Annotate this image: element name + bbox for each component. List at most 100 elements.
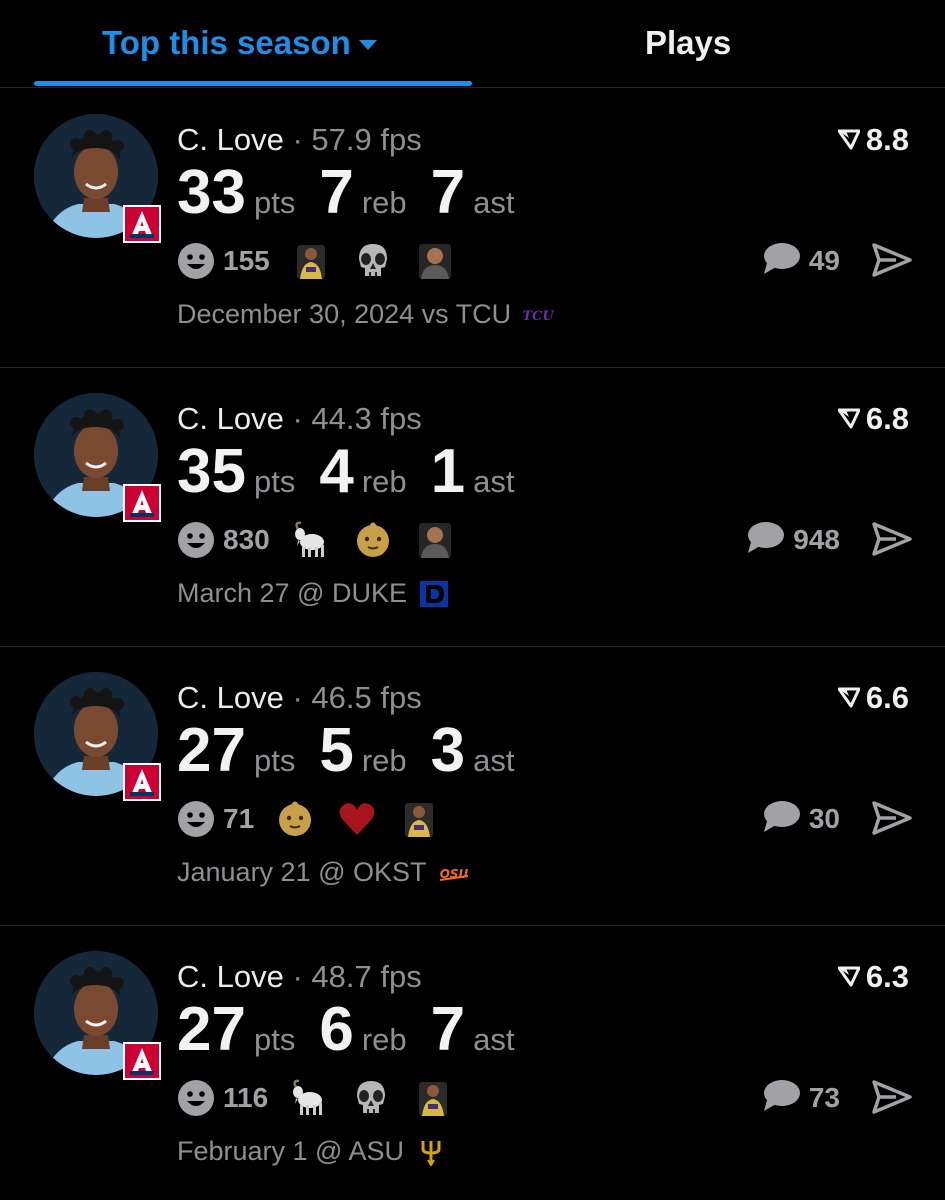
assists-label: ast <box>473 743 515 778</box>
svg-text:TCU: TCU <box>522 309 554 324</box>
goat-emoji-icon[interactable] <box>288 1078 330 1118</box>
tab-plays[interactable]: Plays <box>645 24 731 62</box>
game-date: March 27 @ DUKE <box>177 578 407 608</box>
stat-line: 27 pts 5 reb 3 ast <box>177 715 538 786</box>
rating: 6.8 <box>837 401 909 437</box>
reaction-count[interactable]: 830 <box>223 524 270 556</box>
filter-funnel-icon <box>837 680 861 716</box>
rebounds-value: 6 <box>319 995 354 1064</box>
comments-button[interactable]: 948 <box>745 520 840 559</box>
rebounds-label: reb <box>361 464 407 499</box>
rebounds-label: reb <box>361 1022 407 1057</box>
comment-count: 73 <box>808 1081 840 1113</box>
assists-label: ast <box>473 1022 515 1057</box>
assists-value: 7 <box>430 158 466 227</box>
points-value: 27 <box>177 995 246 1064</box>
stat-line: 35 pts 4 reb 1 ast <box>177 436 538 507</box>
filter-funnel-icon <box>837 122 861 158</box>
smiley-icon[interactable] <box>177 521 215 559</box>
player-photo-emoji-icon[interactable] <box>412 1078 454 1118</box>
paper-plane-icon[interactable] <box>872 1079 912 1115</box>
paper-plane-icon[interactable] <box>872 242 912 278</box>
comment-count: 49 <box>808 244 840 276</box>
comment-bubble-icon <box>761 799 801 838</box>
reaction-count[interactable]: 155 <box>223 245 270 277</box>
baby-emoji-icon[interactable] <box>352 520 394 560</box>
game-date-line: March 27 @ DUKE <box>177 578 451 609</box>
player-photo-emoji-icon[interactable] <box>290 241 332 281</box>
arizona-logo-icon <box>122 762 162 802</box>
game-date-line: January 21 @ OKST OSU <box>177 857 471 888</box>
game-date-line: February 1 @ ASU <box>177 1136 448 1167</box>
rating: 8.8 <box>837 122 909 158</box>
person-photo-emoji-icon[interactable] <box>414 520 456 560</box>
asu-pitchfork-logo-icon <box>414 1138 448 1167</box>
tab-bar: Top this season Plays <box>0 0 945 88</box>
player-name-line: C. Love · 44.3 fps <box>177 401 422 437</box>
comment-bubble-icon <box>745 520 785 559</box>
duke-logo-icon <box>417 580 451 608</box>
smiley-icon[interactable] <box>177 1079 215 1117</box>
rating-value: 6.3 <box>865 959 909 994</box>
skull-emoji-icon[interactable] <box>350 1078 392 1118</box>
tcu-logo-icon: TCU <box>521 301 555 329</box>
player-name-line: C. Love · 46.5 fps <box>177 680 422 716</box>
player-name-line: C. Love · 48.7 fps <box>177 959 422 995</box>
rebounds-value: 5 <box>319 716 354 785</box>
points-label: pts <box>253 743 296 778</box>
points-label: pts <box>253 185 296 220</box>
assists-value: 1 <box>430 437 466 506</box>
game-date: February 1 @ ASU <box>177 1136 404 1166</box>
comments-button[interactable]: 49 <box>761 241 840 280</box>
game-card[interactable]: C. Love · 57.9 fps 8.8 33 pts 7 reb 7 ast 1… <box>0 89 945 368</box>
comment-count: 30 <box>808 802 840 834</box>
game-card[interactable]: C. Love · 48.7 fps 6.3 27 pts 6 reb 7 ast 1… <box>0 926 945 1200</box>
paper-plane-icon[interactable] <box>872 521 912 557</box>
rating-value: 6.6 <box>865 680 909 715</box>
rating-value: 6.8 <box>865 401 909 436</box>
smiley-icon[interactable] <box>177 800 215 838</box>
player-name-line: C. Love · 57.9 fps <box>177 122 422 158</box>
game-card[interactable]: C. Love · 44.3 fps 6.8 35 pts 4 reb 1 ast 8… <box>0 368 945 647</box>
game-card[interactable]: C. Love · 46.5 fps 6.6 27 pts 5 reb 3 ast 7… <box>0 647 945 926</box>
filter-funnel-icon <box>837 401 861 437</box>
player-photo-emoji-icon[interactable] <box>398 799 440 839</box>
comments-button[interactable]: 73 <box>761 1078 840 1117</box>
points-value: 27 <box>177 716 246 785</box>
reactions: 155 <box>177 241 476 281</box>
heart-emoji-icon[interactable] <box>336 799 378 839</box>
rebounds-label: reb <box>361 185 407 220</box>
player-name[interactable]: C. Love <box>177 401 284 436</box>
player-name[interactable]: C. Love <box>177 122 284 157</box>
assists-value: 3 <box>430 716 466 785</box>
comments-button[interactable]: 30 <box>761 799 840 838</box>
game-date-line: December 30, 2024 vs TCU TCU <box>177 299 555 330</box>
baby-emoji-icon[interactable] <box>274 799 316 839</box>
reactions: 116 <box>177 1078 474 1118</box>
comment-bubble-icon <box>761 241 801 280</box>
rating-value: 8.8 <box>865 122 909 157</box>
paper-plane-icon[interactable] <box>872 800 912 836</box>
assists-label: ast <box>473 185 515 220</box>
chevron-down-icon <box>358 40 377 50</box>
points-value: 33 <box>177 158 246 227</box>
game-date: January 21 @ OKST <box>177 857 427 887</box>
reaction-count[interactable]: 116 <box>223 1082 268 1114</box>
arizona-logo-icon <box>122 483 162 523</box>
reactions: 71 <box>177 799 460 839</box>
goat-emoji-icon[interactable] <box>290 520 332 560</box>
smiley-icon[interactable] <box>177 242 215 280</box>
arizona-logo-icon <box>122 204 162 244</box>
skull-emoji-icon[interactable] <box>352 241 394 281</box>
tab-top-this-season[interactable]: Top this season <box>102 24 377 62</box>
game-date: December 30, 2024 vs TCU <box>177 299 512 329</box>
tab-top-this-season-label: Top this season <box>102 24 351 61</box>
player-name[interactable]: C. Love <box>177 959 284 994</box>
points-label: pts <box>253 1022 296 1057</box>
reaction-count[interactable]: 71 <box>223 803 254 835</box>
player-name[interactable]: C. Love <box>177 680 284 715</box>
okstate-logo-icon: OSU <box>437 859 471 887</box>
person-photo-emoji-icon[interactable] <box>414 241 456 281</box>
comment-count: 948 <box>793 523 840 555</box>
fps-value: · 48.7 fps <box>292 959 422 994</box>
